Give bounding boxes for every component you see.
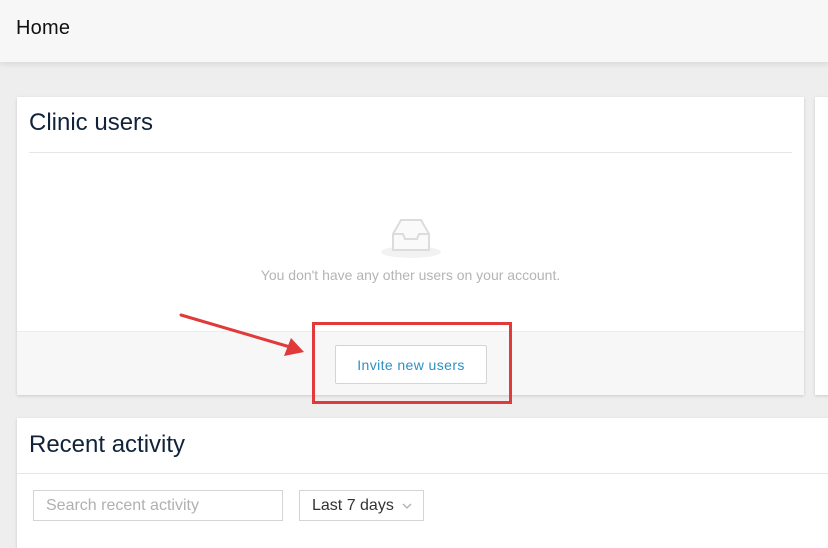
annotation-highlight-box	[312, 322, 512, 404]
top-bar: Home	[0, 0, 828, 62]
clinic-users-title: Clinic users	[29, 109, 154, 136]
date-range-select[interactable]: Last 7 days	[299, 490, 424, 521]
annotation-arrow-icon	[179, 313, 304, 356]
date-range-value: Last 7 days	[312, 496, 394, 514]
page-title: Home	[16, 17, 71, 39]
recent-activity-title: Recent activity	[29, 431, 186, 458]
search-recent-activity-input[interactable]	[33, 490, 283, 521]
recent-activity-card: Recent activity Last 7 days	[17, 418, 828, 548]
side-card	[815, 97, 828, 395]
chevron-down-icon	[402, 503, 412, 509]
card-divider	[17, 473, 828, 474]
empty-inbox-icon	[381, 219, 441, 258]
empty-state-message: You don't have any other users on your a…	[260, 267, 561, 283]
card-divider	[29, 152, 792, 153]
